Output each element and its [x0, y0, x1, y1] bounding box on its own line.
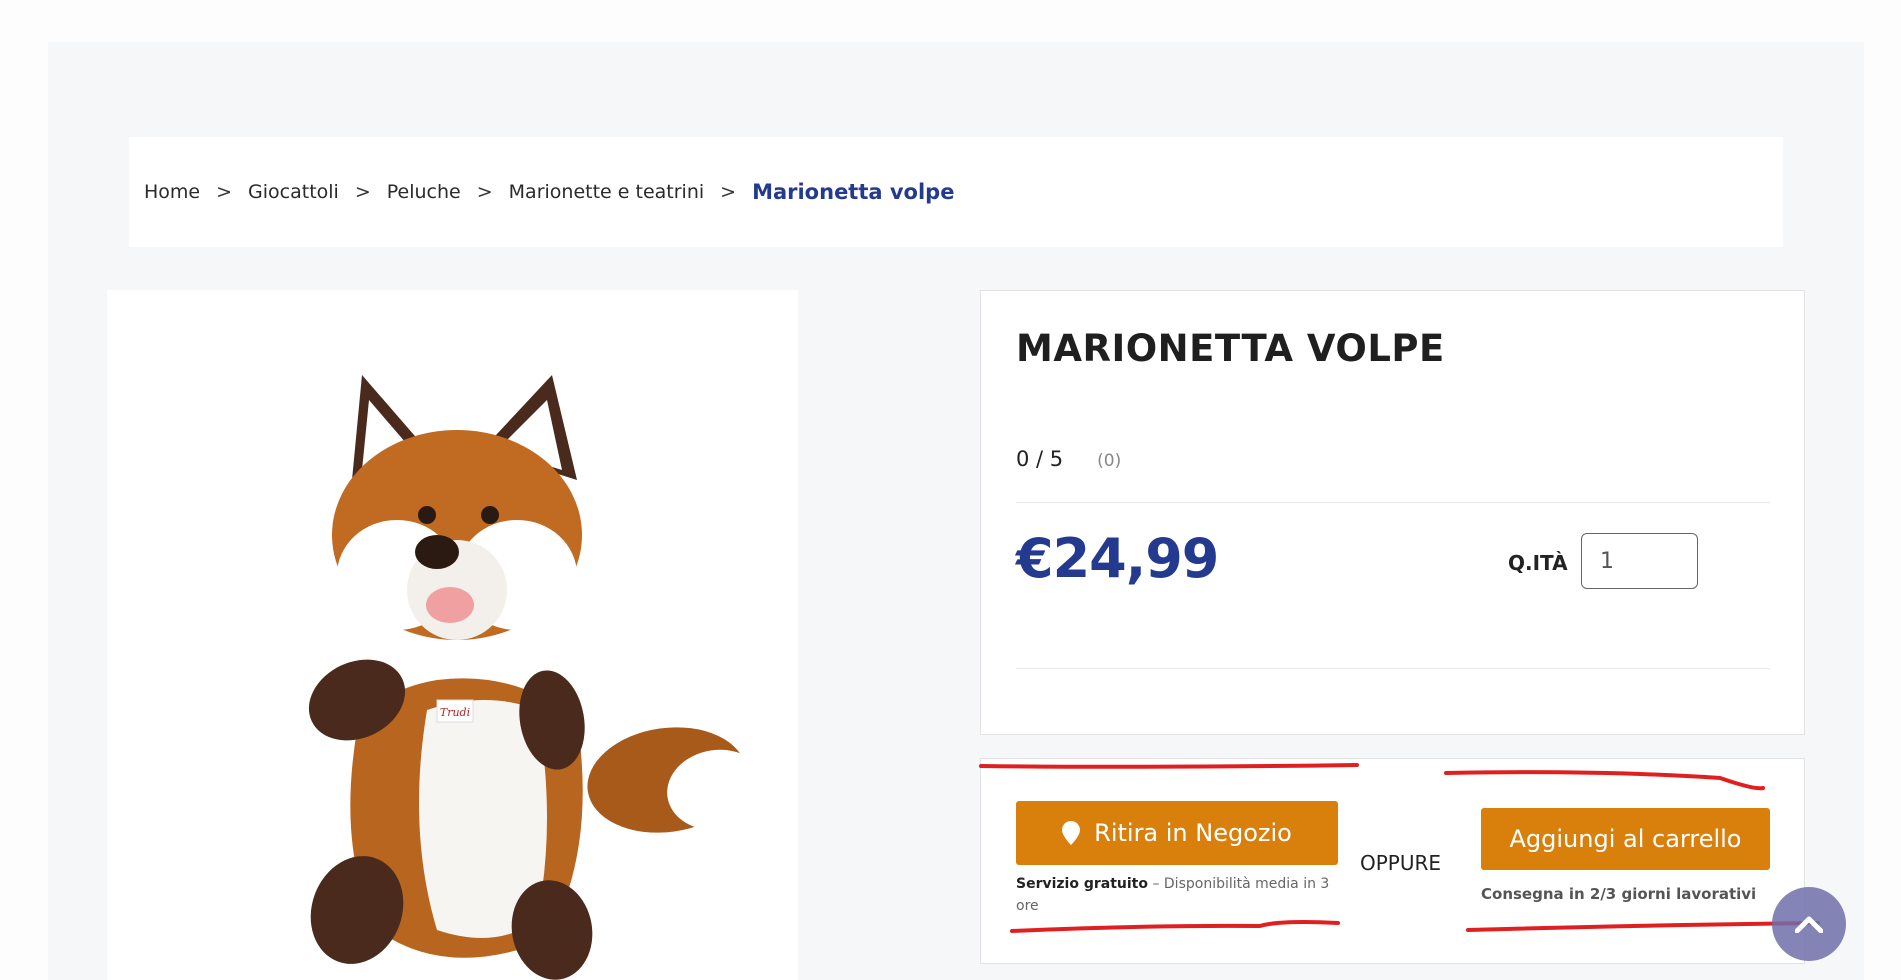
product-image-fox-puppet: Trudi — [308, 375, 767, 980]
breadcrumb-separator: > — [216, 181, 233, 203]
breadcrumb-current: Marionetta volpe — [752, 180, 955, 204]
breadcrumb-peluche[interactable]: Peluche — [387, 181, 461, 203]
purchase-actions-card: Ritira in Negozio Servizio gratuito – Di… — [980, 758, 1805, 964]
breadcrumb-giocattoli[interactable]: Giocattoli — [248, 181, 339, 203]
product-rating: 0 / 5 (0) — [1016, 447, 1121, 471]
divider — [1016, 668, 1770, 669]
or-label: OPPURE — [1360, 851, 1442, 875]
pickup-note-bold: Servizio gratuito — [1016, 876, 1148, 892]
pickup-note: Servizio gratuito – Disponibilità media … — [1016, 873, 1346, 917]
product-info-card: MARIONETTA VOLPE 0 / 5 (0) €24,99 Q.ITÀ — [980, 290, 1805, 735]
quantity-input[interactable] — [1581, 533, 1698, 589]
breadcrumb-separator: > — [720, 181, 737, 203]
breadcrumb-separator: > — [476, 181, 493, 203]
scroll-to-top-button[interactable] — [1772, 887, 1846, 961]
quantity-label: Q.ITÀ — [1508, 551, 1568, 575]
divider — [1016, 502, 1770, 503]
delivery-note: Consegna in 2/3 giorni lavorativi — [1481, 885, 1757, 903]
pickup-in-store-button[interactable]: Ritira in Negozio — [1016, 801, 1338, 865]
product-price: €24,99 — [1016, 527, 1219, 590]
trudi-label: Trudi — [440, 706, 470, 719]
breadcrumb-home[interactable]: Home — [144, 181, 200, 203]
breadcrumb-marionette[interactable]: Marionette e teatrini — [509, 181, 704, 203]
pickup-in-store-label: Ritira in Negozio — [1094, 819, 1292, 847]
rating-count[interactable]: (0) — [1097, 451, 1121, 471]
product-image-panel[interactable]: Trudi — [107, 290, 798, 980]
product-title: MARIONETTA VOLPE — [1016, 327, 1445, 370]
breadcrumb-separator: > — [354, 181, 371, 203]
breadcrumb: Home > Giocattoli > Peluche > Marionette… — [129, 137, 1783, 247]
chevron-up-icon — [1795, 916, 1823, 933]
add-to-cart-button[interactable]: Aggiungi al carrello — [1481, 808, 1770, 870]
map-pin-icon — [1062, 821, 1081, 845]
rating-score: 0 / 5 — [1016, 447, 1064, 471]
